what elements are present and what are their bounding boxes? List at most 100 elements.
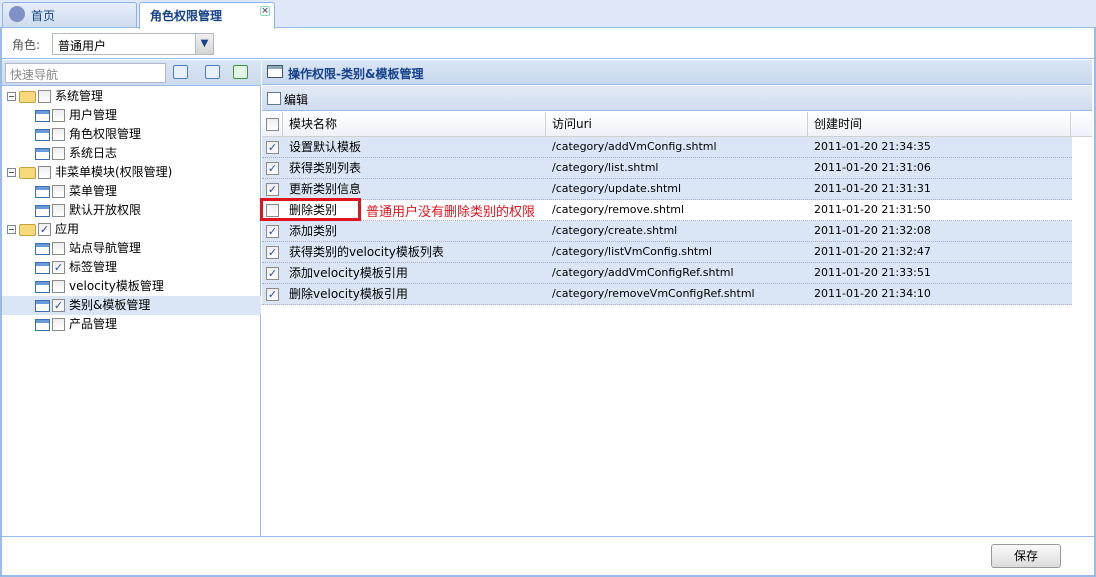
cell-uri: /category/list.shtml — [552, 161, 659, 174]
quick-nav-input[interactable]: 快速导航 — [5, 63, 166, 83]
cell-time: 2011-01-20 21:32:08 — [814, 224, 931, 237]
cell-uri: /category/addVmConfigRef.shtml — [552, 266, 734, 279]
cell-uri: /category/create.shtml — [552, 224, 678, 237]
edit-pencil-icon — [267, 92, 281, 105]
row-checkbox[interactable]: ✓ — [266, 267, 279, 280]
tree-node[interactable]: 用户管理 — [2, 106, 261, 125]
cell-time: 2011-01-20 21:33:51 — [814, 266, 931, 279]
close-icon[interactable]: × — [260, 6, 270, 16]
panel-toolbar: 编辑 — [262, 86, 1092, 111]
tree-checkbox[interactable] — [38, 90, 51, 103]
collapse-icon[interactable]: − — [7, 92, 16, 101]
folder-icon — [19, 90, 36, 103]
module-icon — [35, 128, 50, 141]
cell-time: 2011-01-20 21:31:50 — [814, 203, 931, 216]
column-header-time[interactable]: 创建时间 — [808, 112, 1071, 137]
tree-checkbox[interactable] — [52, 109, 65, 122]
tree-checkbox[interactable]: ✓ — [38, 223, 51, 236]
module-icon — [35, 318, 50, 331]
footer-bar: 保存 — [2, 536, 1094, 575]
cell-name: 添加类别 — [289, 224, 338, 238]
tree-node[interactable]: 默认开放权限 — [2, 201, 261, 220]
tree-node[interactable]: velocity模板管理 — [2, 277, 261, 296]
tree-checkbox[interactable] — [52, 242, 65, 255]
cell-time: 2011-01-20 21:32:47 — [814, 245, 931, 258]
edit-button[interactable]: 编辑 — [284, 93, 308, 107]
module-icon — [35, 147, 50, 160]
tab-home[interactable]: 首页 — [2, 2, 137, 27]
collapse-all-icon[interactable] — [205, 65, 220, 79]
column-header-uri[interactable]: 访问uri — [546, 112, 808, 137]
tree-checkbox[interactable] — [52, 280, 65, 293]
tree-node[interactable]: − 系统管理 — [2, 87, 261, 106]
tree-label: 菜单管理 — [69, 184, 118, 198]
tab-role-permission[interactable]: 角色权限管理 × — [139, 2, 275, 29]
tree-node[interactable]: 菜单管理 — [2, 182, 261, 201]
module-icon — [35, 299, 50, 312]
cell-time: 2011-01-20 21:34:10 — [814, 287, 931, 300]
tree-node[interactable]: ✓ 类别&模板管理 — [2, 296, 261, 315]
tree-checkbox[interactable] — [52, 204, 65, 217]
nav-toolbar: 快速导航 — [2, 60, 261, 86]
tab-label: 首页 — [31, 9, 56, 23]
table-row[interactable]: ✓ 更新类别信息/category/update.shtml 2011-01-20 … — [262, 179, 1072, 200]
tree-checkbox[interactable] — [52, 185, 65, 198]
tree-node[interactable]: 产品管理 — [2, 315, 261, 334]
tree-checkbox[interactable]: ✓ — [52, 299, 65, 312]
table-row[interactable]: ✓ 添加类别/category/create.shtml 2011-01-20 21… — [262, 221, 1072, 242]
tree-node[interactable]: − 非菜单模块(权限管理) — [2, 163, 261, 182]
column-header-name[interactable]: 模块名称 — [283, 112, 546, 137]
expand-all-icon[interactable] — [173, 65, 188, 79]
table-row[interactable]: ✓ 添加velocity模板引用/category/addVmConfigRef.… — [262, 263, 1072, 284]
window-icon — [267, 65, 283, 78]
row-checkbox[interactable]: ✓ — [266, 225, 279, 238]
tree-label: 站点导航管理 — [69, 241, 142, 255]
table-row[interactable]: ✓ 删除velocity模板引用/category/removeVmConfigR… — [262, 284, 1072, 305]
tree-node[interactable]: 系统日志 — [2, 144, 261, 163]
table-row[interactable]: ✓ 设置默认模板/category/addVmConfig.shtml 2011-0… — [262, 137, 1072, 158]
row-checkbox[interactable]: ✓ — [266, 141, 279, 154]
tree-label: 标签管理 — [69, 260, 118, 274]
tree-checkbox[interactable] — [52, 147, 65, 160]
tree-node[interactable]: 站点导航管理 — [2, 239, 261, 258]
refresh-icon[interactable] — [233, 65, 248, 79]
cell-uri: /category/remove.shtml — [552, 203, 685, 216]
home-help-icon — [9, 6, 25, 22]
role-value: 普通用户 — [58, 39, 107, 53]
tree-checkbox[interactable] — [52, 128, 65, 141]
tree-checkbox[interactable]: ✓ — [52, 261, 65, 274]
collapse-icon[interactable]: − — [7, 225, 16, 234]
tree-node[interactable]: ✓ 标签管理 — [2, 258, 261, 277]
tab-bar: 首页 角色权限管理 × — [0, 0, 1096, 29]
tree-node[interactable]: 角色权限管理 — [2, 125, 261, 144]
collapse-icon[interactable]: − — [7, 168, 16, 177]
row-checkbox[interactable]: ✓ — [266, 183, 279, 196]
cell-time: 2011-01-20 21:31:06 — [814, 161, 931, 174]
tree-label: 系统日志 — [69, 146, 118, 160]
table-row[interactable]: ✓ 获得类别的velocity模板列表/category/listVmConfig… — [262, 242, 1072, 263]
cell-name: 删除velocity模板引用 — [289, 287, 408, 301]
table-row[interactable]: ✓ 获得类别列表/category/list.shtml 2011-01-20 21… — [262, 158, 1072, 179]
row-checkbox[interactable]: ✓ — [266, 246, 279, 259]
cell-time: 2011-01-20 21:31:31 — [814, 182, 931, 195]
tree-label: 非菜单模块(权限管理) — [55, 165, 173, 179]
tree-label: 类别&模板管理 — [69, 298, 151, 312]
tree-label: 用户管理 — [69, 108, 118, 122]
cell-name: 添加velocity模板引用 — [289, 266, 408, 280]
role-bar: 角色: 普通用户 ▼ — [2, 29, 1094, 59]
grid-header: 模块名称 访问uri 创建时间 — [262, 112, 1092, 137]
module-icon — [35, 280, 50, 293]
module-icon — [35, 261, 50, 274]
role-select[interactable]: 普通用户 ▼ — [52, 33, 214, 55]
permission-panel: 操作权限-类别&模板管理 编辑 模块名称 访问uri 创建时间 ✓ 设置默认模板 /… — [262, 60, 1092, 537]
tree-node[interactable]: − ✓ 应用 — [2, 220, 261, 239]
save-button[interactable]: 保存 — [991, 544, 1061, 568]
module-icon — [35, 109, 50, 122]
tree-checkbox[interactable] — [38, 166, 51, 179]
cell-uri: /category/removeVmConfigRef.shtml — [552, 287, 755, 300]
row-checkbox[interactable]: ✓ — [266, 288, 279, 301]
select-all-checkbox[interactable] — [266, 118, 279, 131]
row-checkbox[interactable]: ✓ — [266, 162, 279, 175]
chevron-down-icon[interactable]: ▼ — [195, 34, 213, 54]
tree-checkbox[interactable] — [52, 318, 65, 331]
